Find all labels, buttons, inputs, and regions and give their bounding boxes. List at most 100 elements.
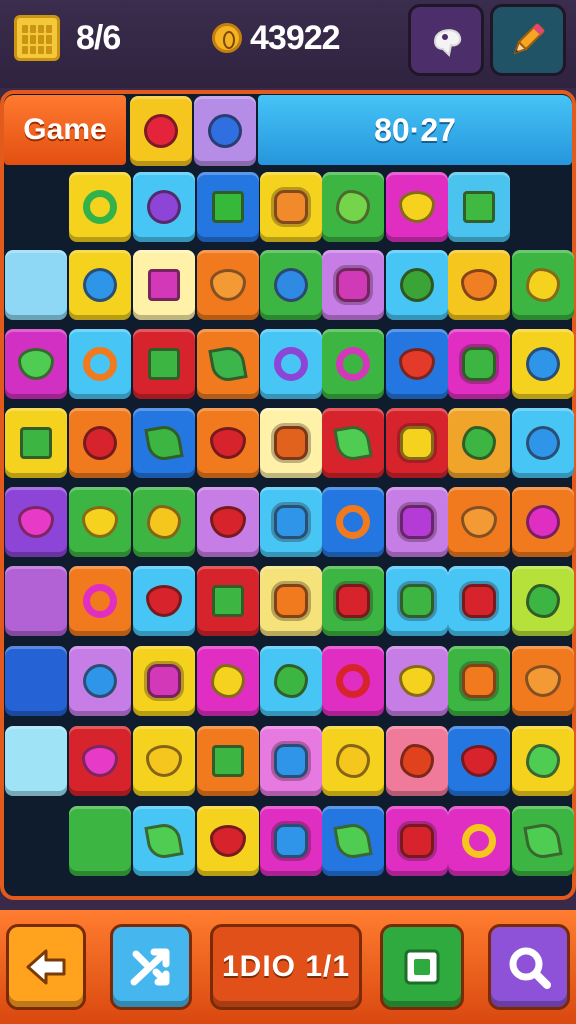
heart-fruit-icon: [399, 348, 435, 380]
board-tile[interactable]: [386, 487, 448, 557]
board-tile[interactable]: [69, 172, 131, 242]
board-tile[interactable]: [69, 487, 131, 557]
board-tile[interactable]: [386, 329, 448, 399]
board-tile[interactable]: [69, 329, 131, 399]
board-tile[interactable]: [448, 566, 510, 636]
board-tile[interactable]: [197, 806, 259, 876]
board-tile[interactable]: [69, 250, 131, 320]
board-tile[interactable]: [448, 250, 510, 320]
board-tile[interactable]: [69, 806, 131, 876]
board-tile[interactable]: [260, 806, 322, 876]
ring-fruit-icon: [336, 664, 370, 698]
board-tile[interactable]: [322, 806, 384, 876]
frame-button[interactable]: [380, 924, 464, 1010]
back-button[interactable]: [6, 924, 86, 1010]
board-tile[interactable]: [386, 806, 448, 876]
board-tile[interactable]: [5, 408, 67, 478]
board-tile[interactable]: [5, 329, 67, 399]
board-tile[interactable]: [386, 250, 448, 320]
board-tile[interactable]: [133, 172, 195, 242]
board-tile[interactable]: [133, 487, 195, 557]
leaf-fruit-icon: [208, 344, 248, 384]
board-tile[interactable]: [386, 172, 448, 242]
board-tile[interactable]: [5, 646, 67, 716]
board-tile[interactable]: [133, 806, 195, 876]
board-tile[interactable]: [5, 566, 67, 636]
leaf-fruit-icon: [333, 821, 373, 861]
board-tile[interactable]: [322, 566, 384, 636]
board-tile[interactable]: [133, 726, 195, 796]
board-tile[interactable]: [386, 646, 448, 716]
board-tile[interactable]: [69, 408, 131, 478]
ring-fruit-icon: [83, 347, 117, 381]
search-button[interactable]: [488, 924, 570, 1010]
board-tile[interactable]: [512, 566, 574, 636]
board-tile[interactable]: [133, 408, 195, 478]
board-tile[interactable]: [260, 329, 322, 399]
board-tile[interactable]: [448, 726, 510, 796]
board-tile[interactable]: [322, 726, 384, 796]
hint-button[interactable]: [408, 4, 484, 76]
board-tile[interactable]: [197, 646, 259, 716]
board-tile[interactable]: [133, 566, 195, 636]
board-tile[interactable]: [322, 329, 384, 399]
board-tile[interactable]: [386, 566, 448, 636]
board-tile[interactable]: [322, 487, 384, 557]
board-tile[interactable]: [386, 408, 448, 478]
board-tile[interactable]: [260, 250, 322, 320]
heart-fruit-icon: [82, 745, 118, 777]
board-tile[interactable]: [133, 329, 195, 399]
board-tile[interactable]: [260, 172, 322, 242]
board-tile[interactable]: [197, 250, 259, 320]
board-tile[interactable]: [512, 726, 574, 796]
board-tile[interactable]: [448, 487, 510, 557]
board-tile[interactable]: [260, 726, 322, 796]
board-tile[interactable]: [260, 566, 322, 636]
board-tile[interactable]: [5, 250, 67, 320]
ring-fruit-icon: [83, 190, 117, 224]
circle-fruit-icon: [147, 190, 181, 224]
board-tile[interactable]: [69, 646, 131, 716]
edit-button[interactable]: [490, 4, 566, 76]
board-tile[interactable]: [322, 172, 384, 242]
board-tile[interactable]: [448, 408, 510, 478]
board-tile[interactable]: [322, 250, 384, 320]
board-tile[interactable]: [512, 250, 574, 320]
square-fruit-icon: [212, 191, 244, 223]
board-tile[interactable]: [386, 726, 448, 796]
board-tile[interactable]: [69, 566, 131, 636]
preview-tile[interactable]: [194, 96, 256, 166]
board-tile[interactable]: [197, 172, 259, 242]
board-tile[interactable]: [448, 806, 510, 876]
board-tile[interactable]: [197, 726, 259, 796]
blob-fruit-icon: [147, 505, 181, 539]
board-tile[interactable]: [512, 408, 574, 478]
shuffle-button[interactable]: [110, 924, 192, 1010]
board-tile[interactable]: [5, 726, 67, 796]
board-tile[interactable]: [322, 646, 384, 716]
board-tile[interactable]: [448, 329, 510, 399]
board-tile[interactable]: [448, 172, 510, 242]
blob-fruit-icon: [336, 744, 370, 778]
board-tile[interactable]: [197, 329, 259, 399]
flower-fruit-icon: [400, 505, 434, 539]
board-tile[interactable]: [260, 646, 322, 716]
leaf-fruit-icon: [333, 423, 373, 463]
board-tile[interactable]: [512, 487, 574, 557]
board-tile[interactable]: [197, 487, 259, 557]
board-tile[interactable]: [69, 726, 131, 796]
board-tile[interactable]: [197, 408, 259, 478]
board-tile[interactable]: [512, 646, 574, 716]
board-tile[interactable]: [133, 646, 195, 716]
board-tile[interactable]: [260, 408, 322, 478]
board-tile[interactable]: [5, 487, 67, 557]
board-tile[interactable]: [512, 329, 574, 399]
board-tile[interactable]: [197, 566, 259, 636]
preview-tile[interactable]: [130, 96, 192, 166]
board-tile[interactable]: [260, 487, 322, 557]
board-tile[interactable]: [512, 806, 574, 876]
board-tile[interactable]: [133, 250, 195, 320]
board-tile[interactable]: [322, 408, 384, 478]
board-tile[interactable]: [448, 646, 510, 716]
leaf-fruit-icon: [523, 821, 563, 861]
